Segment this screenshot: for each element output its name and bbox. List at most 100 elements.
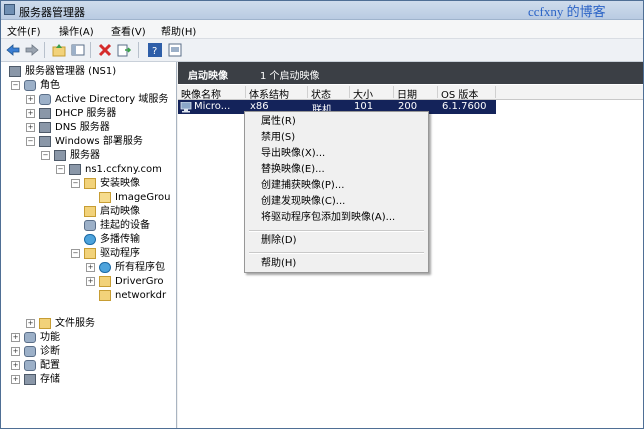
tree-item-label: DNS 服务器 [55,122,110,133]
tree-item-label: ns1.ccfxny.com [85,164,162,175]
tree-item-label: networkdr [115,290,167,301]
export-list-icon[interactable] [116,42,132,58]
expand-icon[interactable]: + [86,277,95,286]
server-manager-window: 服务器管理器 ccfxny 的博客 文件(F) 操作(A) 查看(V) 帮助(H… [0,0,644,429]
menu-item-replace-image[interactable]: 替换映像(E)... [261,163,325,177]
server-manager-icon [9,66,21,77]
expand-icon[interactable]: + [26,319,35,328]
tree-item-label: 诊断 [40,346,60,357]
collapse-icon[interactable]: − [11,81,20,90]
watermark: ccfxny 的博客 [528,4,606,19]
menu-view[interactable]: 查看(V) [111,23,146,38]
toolbar-separator [44,42,45,58]
column-image-name[interactable]: 映像名称 [178,86,246,101]
back-arrow-icon[interactable] [5,42,21,58]
expand-icon[interactable]: + [86,263,95,272]
roles-icon [24,80,36,91]
server-icon [69,164,81,175]
diagnostics-icon [24,346,36,357]
tree-item-label: 服务器管理器 (NS1) [25,66,117,77]
menu-item-export-image[interactable]: 导出映像(X)... [261,147,325,161]
tree-item-label: 挂起的设备 [100,220,150,231]
expand-icon[interactable]: + [11,347,20,356]
app-icon [4,4,15,15]
pane-title: 启动映像 [188,71,228,82]
title-bar[interactable]: 服务器管理器 ccfxny 的博客 [1,1,643,20]
menu-item-create-discover-image[interactable]: 创建发现映像(C)... [261,195,345,209]
column-architecture[interactable]: 体系结构 [246,86,308,101]
column-os-version[interactable]: OS 版本 [438,86,496,101]
packages-icon [99,262,111,273]
toolbar-separator [138,42,139,58]
column-header-row: 映像名称 体系结构 状态 大小 日期 OS 版本 [178,85,643,101]
menu-file[interactable]: 文件(F) [7,23,41,38]
help-icon[interactable]: ? [147,42,163,58]
tree-item-label: 功能 [40,332,60,343]
expand-icon[interactable]: + [26,95,35,104]
configuration-icon [24,360,36,371]
menu-help[interactable]: 帮助(H) [161,23,196,38]
toolbar-separator [90,42,91,58]
tree-item-label: 安装映像 [100,178,140,189]
expand-icon[interactable]: + [11,333,20,342]
menu-action[interactable]: 操作(A) [59,23,94,38]
boot-image-icon [180,101,192,116]
dns-icon [39,122,51,133]
menu-item-delete[interactable]: 删除(D) [261,234,297,248]
tree-item-label: 多播传输 [100,234,140,245]
expand-icon[interactable]: + [26,123,35,132]
column-status[interactable]: 状态 [308,86,350,101]
menu-item-properties[interactable]: 属性(R) [261,115,296,129]
wds-icon [39,136,51,147]
menu-item-add-driver-packages[interactable]: 将驱动程序包添加到映像(A)... [261,211,395,225]
collapse-icon[interactable]: − [56,165,65,174]
servers-icon [54,150,66,161]
tree-item-label: 启动映像 [100,206,140,217]
column-size[interactable]: 大小 [350,86,394,101]
multicast-icon [84,234,96,245]
pending-devices-icon [84,220,96,231]
menu-separator [249,230,424,232]
menu-bar: 文件(F) 操作(A) 查看(V) 帮助(H) [1,20,643,39]
tree-item-label: 驱动程序 [100,248,140,259]
delete-icon[interactable] [97,42,113,58]
show-hide-tree-icon[interactable] [70,42,86,58]
expand-icon[interactable]: + [11,361,20,370]
toolbar: ? [1,39,643,62]
tree-item-label: 所有程序包 [115,262,165,273]
window-title: 服务器管理器 [19,6,85,19]
tree-item-label: 配置 [40,360,60,371]
expand-icon[interactable]: + [11,375,20,384]
console-icon[interactable] [167,42,183,58]
network-driver-icon [99,290,111,301]
tree-item-label: ImageGrou [115,192,171,203]
folder-icon [84,178,96,189]
tree-item-label: 存储 [40,374,60,385]
svg-text:?: ? [152,46,157,57]
folder-icon [84,248,96,259]
menu-item-disable[interactable]: 禁用(S) [261,131,295,145]
file-services-icon [39,318,51,329]
collapse-icon[interactable]: − [71,249,80,258]
collapse-icon[interactable]: − [41,151,50,160]
pane-count: 1 个启动映像 [260,71,320,82]
column-date[interactable]: 日期 [394,86,438,101]
menu-separator [249,252,424,254]
forward-arrow-icon[interactable] [24,42,40,58]
tree-item-label: 角色 [40,80,60,91]
tree-item-label: Active Directory 域服务 [55,94,169,105]
menu-item-create-capture-image[interactable]: 创建捕获映像(P)... [261,179,344,193]
collapse-icon[interactable]: − [71,179,80,188]
tree-item-label: Windows 部署服务 [55,136,143,147]
expand-icon[interactable]: + [26,109,35,118]
menu-item-help[interactable]: 帮助(H) [261,257,296,271]
driver-group-icon [99,276,111,287]
up-folder-icon[interactable] [51,42,67,58]
tree-item-label: 服务器 [70,150,100,161]
folder-icon [84,206,96,217]
dhcp-icon [39,108,51,119]
storage-icon [24,374,36,385]
navigation-tree: 服务器管理器 (NS1) − 角色 + Active Directory 域服务 + DHC… [1,62,177,428]
collapse-icon[interactable]: − [26,137,35,146]
tree-item-label: 文件服务 [55,318,95,329]
